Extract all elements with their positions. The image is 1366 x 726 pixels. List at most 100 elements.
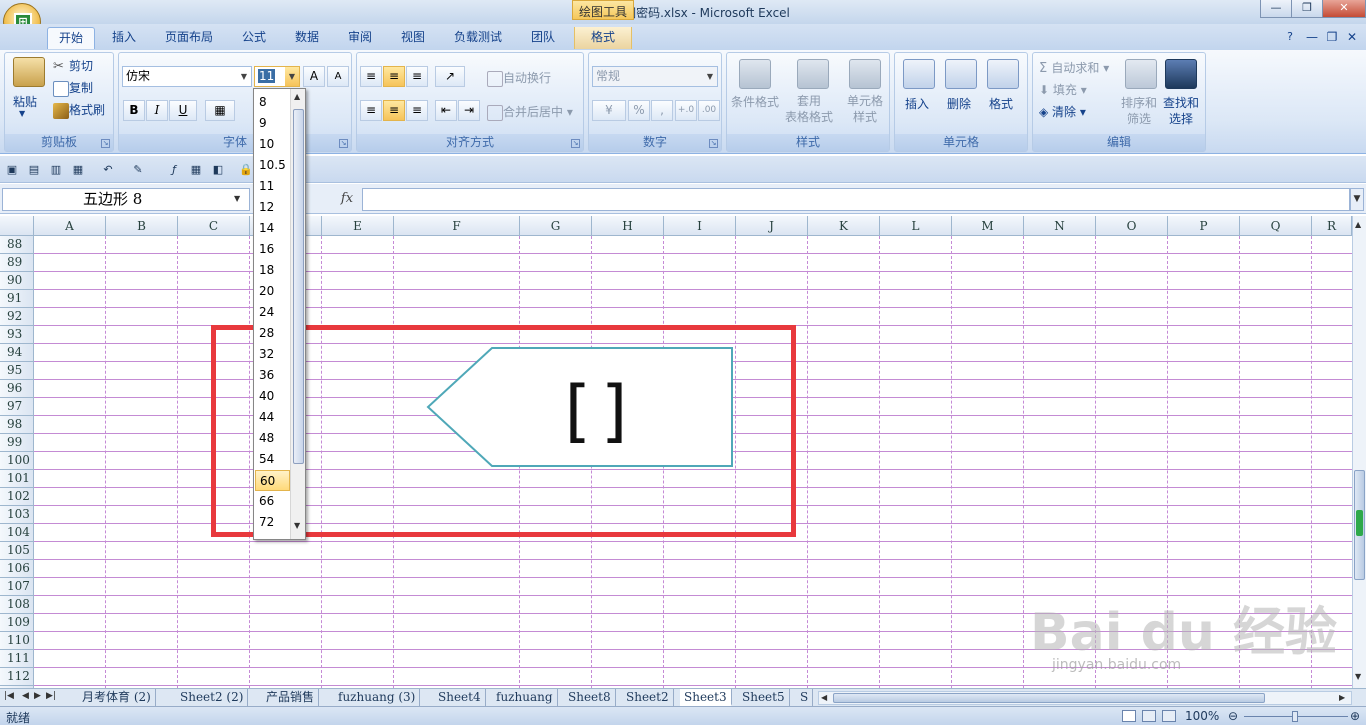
number-format-combo[interactable]: 常规 ▼ (592, 66, 718, 87)
paste-button[interactable]: 粘贴 (13, 93, 37, 110)
save-icon[interactable]: ▣ (4, 162, 20, 178)
column-header-e[interactable]: E (322, 216, 394, 236)
currency-button[interactable]: ¥ (592, 100, 626, 121)
paste-dropdown-icon[interactable]: ▼ (19, 109, 25, 118)
tab-page-layout[interactable]: 页面布局 (157, 27, 221, 49)
ribbon-minimize-button[interactable]: — (1305, 27, 1319, 49)
tab-load-test[interactable]: 负载测试 (446, 27, 510, 49)
font-size-option[interactable]: 36 (255, 365, 290, 386)
row-header[interactable]: 109 (0, 614, 34, 632)
percent-button[interactable]: % (628, 100, 650, 121)
name-box-dropdown-icon[interactable]: ▼ (234, 194, 240, 203)
align-top-button[interactable]: ≡ (360, 66, 382, 87)
font-size-option[interactable]: 28 (255, 323, 290, 344)
column-header-h[interactable]: H (592, 216, 664, 236)
font-size-option[interactable]: 60 (255, 470, 290, 491)
cut-button[interactable]: ✂ 剪切 (53, 57, 93, 75)
font-size-option[interactable]: 48 (255, 428, 290, 449)
font-size-option[interactable]: 66 (255, 491, 290, 512)
wrap-text-button[interactable]: 自动换行 (487, 69, 551, 87)
font-size-option[interactable]: 40 (255, 386, 290, 407)
scroll-right-icon[interactable]: ▶ (1339, 693, 1345, 702)
sheet-tab[interactable]: Sheet8 (564, 689, 616, 706)
row-header[interactable]: 93 (0, 326, 34, 344)
row-header[interactable]: 107 (0, 578, 34, 596)
row-header[interactable]: 90 (0, 272, 34, 290)
row-header[interactable]: 92 (0, 308, 34, 326)
align-center-button[interactable]: ≡ (383, 100, 405, 121)
tab-review[interactable]: 审阅 (340, 27, 380, 49)
vertical-scrollbar[interactable]: ▲ ▼ (1352, 216, 1366, 688)
format-painter-button[interactable]: 格式刷 (53, 101, 105, 119)
font-size-option[interactable]: 9 (255, 113, 290, 134)
font-size-option[interactable]: 14 (255, 218, 290, 239)
row-header[interactable]: 98 (0, 416, 34, 434)
row-header[interactable]: 99 (0, 434, 34, 452)
print-icon[interactable]: ▦ (70, 162, 86, 178)
column-header-k[interactable]: K (808, 216, 880, 236)
font-size-option[interactable]: 16 (255, 239, 290, 260)
row-header[interactable]: 110 (0, 632, 34, 650)
align-right-button[interactable]: ≡ (406, 100, 428, 121)
delete-cells-button[interactable]: 删除 (947, 95, 971, 112)
sheet-tab[interactable]: Sheet5 (738, 689, 790, 706)
column-header-p[interactable]: P (1168, 216, 1240, 236)
column-header-c[interactable]: C (178, 216, 250, 236)
column-header-i[interactable]: I (664, 216, 736, 236)
scroll-up-icon[interactable]: ▲ (294, 92, 300, 101)
sheet-tab[interactable]: S (796, 689, 814, 706)
print-preview-icon[interactable]: ▥ (48, 162, 64, 178)
zoom-in-icon[interactable]: ⊕ (1350, 709, 1360, 723)
font-launcher-icon[interactable]: ↘ (339, 139, 348, 148)
tab-formulas[interactable]: 公式 (234, 27, 274, 49)
sheet-tab[interactable]: Sheet2 (622, 689, 674, 706)
shrink-font-button[interactable]: A (327, 66, 349, 87)
font-size-option[interactable]: 10 (255, 134, 290, 155)
align-bottom-button[interactable]: ≡ (406, 66, 428, 87)
zoom-slider-thumb[interactable] (1292, 711, 1298, 722)
font-size-option[interactable]: 18 (255, 260, 290, 281)
restore-button[interactable]: ❐ (1291, 0, 1323, 18)
column-header-o[interactable]: O (1096, 216, 1168, 236)
pentagon-shape[interactable]: [] (420, 342, 740, 472)
open-icon[interactable]: ▤ (26, 162, 42, 178)
sheet-tab[interactable]: Sheet2 (2) (176, 689, 249, 706)
column-header-m[interactable]: M (952, 216, 1024, 236)
ribbon-restore-button[interactable]: ❐ (1325, 27, 1339, 49)
camera-icon[interactable]: ◧ (210, 162, 226, 178)
row-header[interactable]: 102 (0, 488, 34, 506)
table-format-button[interactable]: 套用 表格格式 (785, 93, 833, 125)
sheet-tab[interactable]: fuzhuang (492, 689, 558, 706)
row-header[interactable]: 91 (0, 290, 34, 308)
cell-styles-button[interactable]: 单元格 样式 (847, 93, 883, 125)
insert-cells-button[interactable]: 插入 (905, 95, 929, 112)
undo-icon[interactable]: ↶ (100, 162, 116, 178)
page-layout-view-icon[interactable] (1142, 710, 1156, 722)
font-name-combo[interactable]: 仿宋 ▼ (122, 66, 252, 87)
underline-button[interactable]: U (169, 100, 197, 121)
copy-button[interactable]: 复制 (53, 79, 93, 97)
sheet-tab[interactable]: 月考体育 (2) (78, 689, 156, 706)
column-header-f[interactable]: F (394, 216, 520, 236)
sheet-nav-last-icon[interactable]: ▶| (46, 691, 56, 701)
italic-button[interactable]: I (146, 100, 168, 121)
font-size-option[interactable]: 11 (255, 176, 290, 197)
row-header[interactable]: 103 (0, 506, 34, 524)
pen-icon[interactable]: ✎ (130, 162, 146, 178)
row-header[interactable]: 111 (0, 650, 34, 668)
horizontal-scroll-thumb[interactable] (833, 693, 1265, 703)
row-header[interactable]: 105 (0, 542, 34, 560)
decrease-indent-button[interactable]: ⇤ (435, 100, 457, 121)
row-header[interactable]: 112 (0, 668, 34, 686)
font-size-option[interactable]: 32 (255, 344, 290, 365)
close-button[interactable]: ✕ (1322, 0, 1366, 18)
font-size-option[interactable]: 24 (255, 302, 290, 323)
minimize-button[interactable]: — (1260, 0, 1292, 18)
format-cells-button[interactable]: 格式 (989, 95, 1013, 112)
clipboard-launcher-icon[interactable]: ↘ (101, 139, 110, 148)
zoom-level[interactable]: 100% (1185, 709, 1219, 723)
tab-insert[interactable]: 插入 (104, 27, 144, 49)
scroll-up-icon[interactable]: ▲ (1355, 220, 1361, 229)
orientation-button[interactable]: ↗ (435, 66, 465, 87)
sheet-nav-next-icon[interactable]: ▶ (34, 691, 41, 701)
